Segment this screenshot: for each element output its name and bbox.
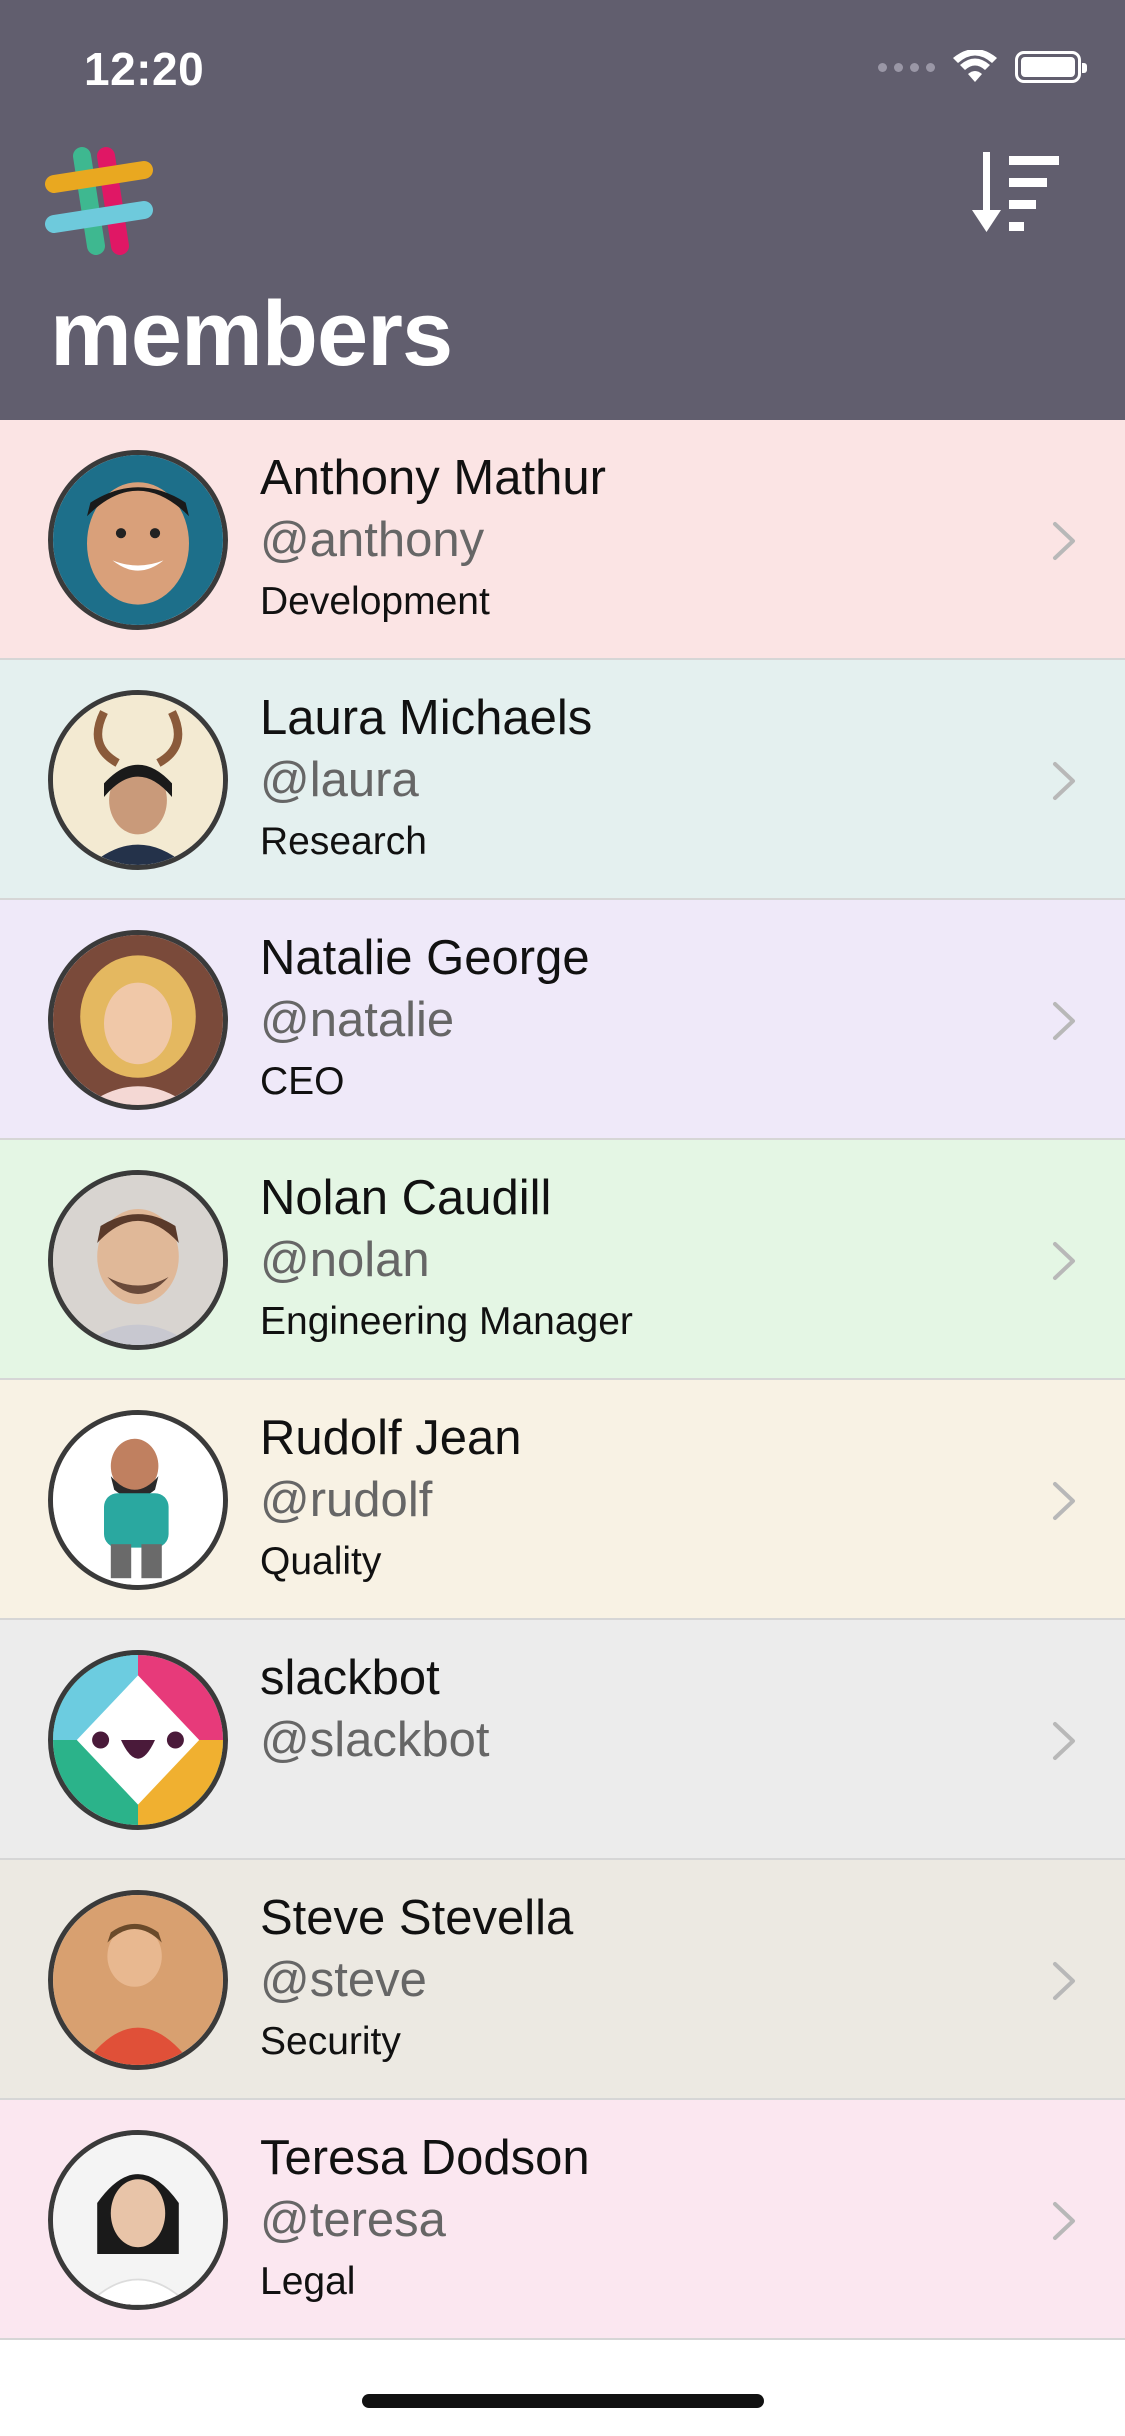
member-department: Engineering Manager: [260, 1300, 633, 1343]
chevron-right-icon: [1053, 1482, 1075, 1520]
member-row-slackbot[interactable]: slackbot @slackbot: [0, 1620, 1125, 1860]
chevron-right-icon: [1053, 1962, 1075, 2000]
chevron-right-icon: [1053, 1242, 1075, 1280]
avatar: [48, 1170, 228, 1350]
status-indicators: [878, 50, 1087, 84]
slack-logo-icon[interactable]: [44, 146, 154, 256]
member-department: Quality: [260, 1540, 382, 1583]
member-name: Anthony Mathur: [260, 451, 606, 505]
member-row-teresa[interactable]: Teresa Dodson @teresa Legal: [0, 2100, 1125, 2340]
avatar: [48, 1410, 228, 1590]
member-handle: @teresa: [260, 2193, 446, 2247]
avatar: [48, 1650, 228, 1830]
chevron-right-icon: [1053, 1722, 1075, 1760]
member-name: Nolan Caudill: [260, 1171, 552, 1225]
member-row-anthony[interactable]: Anthony Mathur @anthony Development: [0, 420, 1125, 660]
member-row-steve[interactable]: Steve Stevella @steve Security: [0, 1860, 1125, 2100]
chevron-right-icon: [1053, 522, 1075, 560]
chevron-right-icon: [1053, 762, 1075, 800]
member-row-natalie[interactable]: Natalie George @natalie CEO: [0, 900, 1125, 1140]
chevron-right-icon: [1053, 2202, 1075, 2240]
home-indicator[interactable]: [362, 2394, 764, 2408]
avatar: [48, 450, 228, 630]
member-name: Rudolf Jean: [260, 1411, 522, 1465]
avatar: [48, 2130, 228, 2310]
member-name: Laura Michaels: [260, 691, 593, 745]
member-handle: @natalie: [260, 993, 455, 1047]
member-name: Natalie George: [260, 931, 590, 985]
page-title: members: [50, 283, 453, 385]
member-department: Security: [260, 2020, 401, 2063]
member-department: Development: [260, 580, 490, 623]
avatar: [48, 1890, 228, 2070]
member-department: CEO: [260, 1060, 345, 1103]
cellular-signal-icon: [878, 62, 935, 72]
battery-icon: [1015, 51, 1087, 83]
member-handle: @slackbot: [260, 1713, 490, 1767]
avatar: [48, 930, 228, 1110]
member-handle: @nolan: [260, 1233, 430, 1287]
member-department: Research: [260, 820, 427, 863]
chevron-right-icon: [1053, 1002, 1075, 1040]
member-row-rudolf[interactable]: Rudolf Jean @rudolf Quality: [0, 1380, 1125, 1620]
member-name: slackbot: [260, 1651, 440, 1705]
wifi-icon: [953, 50, 997, 82]
member-name: Teresa Dodson: [260, 2131, 590, 2185]
member-handle: @laura: [260, 753, 419, 807]
member-row-laura[interactable]: Laura Michaels @laura Research: [0, 660, 1125, 900]
member-handle: @steve: [260, 1953, 427, 2007]
member-name: Steve Stevella: [260, 1891, 574, 1945]
member-handle: @anthony: [260, 513, 485, 567]
members-list: Anthony Mathur @anthony Development Laur…: [0, 420, 1125, 2340]
sort-button[interactable]: [969, 148, 1065, 244]
member-row-nolan[interactable]: Nolan Caudill @nolan Engineering Manager: [0, 1140, 1125, 1380]
member-department: Legal: [260, 2260, 356, 2303]
member-handle: @rudolf: [260, 1473, 433, 1527]
avatar: [48, 690, 228, 870]
status-time: 12:20: [84, 43, 205, 95]
navigation-header: 12:20 members: [0, 0, 1125, 420]
